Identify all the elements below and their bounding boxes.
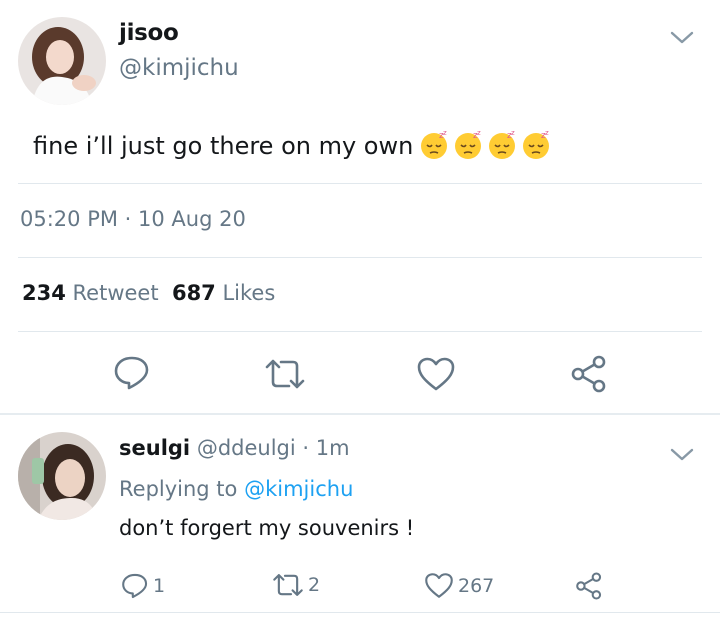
sleepy-face-icon: zz — [489, 130, 516, 159]
divider — [18, 257, 702, 258]
retweet-icon[interactable] — [264, 357, 306, 391]
tweet-stats: 234 Retweet 687 Likes — [22, 281, 275, 305]
avatar[interactable] — [18, 17, 106, 105]
author-handle[interactable]: @kimjichu — [119, 55, 239, 81]
reply-author-handle[interactable]: @ddeulgi — [197, 436, 296, 460]
reply-header: seulgi @ddeulgi · 1m — [119, 436, 350, 460]
avatar[interactable] — [18, 432, 106, 520]
chevron-down-icon[interactable] — [670, 30, 694, 50]
section-divider — [0, 413, 720, 415]
like-count[interactable]: 687 — [172, 281, 216, 305]
divider — [18, 331, 702, 332]
svg-text:z: z — [477, 130, 481, 137]
tweet-timestamp[interactable]: 05:20 PM · 10 Aug 20 — [20, 207, 246, 231]
like-action[interactable]: 267 — [424, 572, 494, 599]
sleepy-face-icon: zz — [523, 130, 550, 159]
chevron-down-icon[interactable] — [670, 447, 694, 467]
replying-label: Replying to — [119, 477, 238, 501]
svg-text:z: z — [443, 130, 447, 137]
tweet-text: fine i’ll just go there on my own zz zz … — [33, 130, 551, 160]
svg-text:z: z — [545, 130, 549, 137]
retweet-count[interactable]: 234 — [22, 281, 66, 305]
heart-icon[interactable] — [416, 356, 456, 392]
emoji-group: zz zz zz zz — [419, 130, 551, 160]
share-icon[interactable] — [570, 355, 608, 393]
svg-text:z: z — [511, 130, 515, 137]
section-divider — [0, 612, 720, 613]
reply-action[interactable]: 1 — [121, 572, 165, 600]
reply-icon[interactable] — [121, 572, 149, 600]
replying-to: Replying to @kimjichu — [119, 477, 353, 501]
reply-icon[interactable] — [113, 355, 151, 391]
sleepy-face-icon: zz — [421, 130, 448, 159]
reply-time[interactable]: · 1m — [302, 436, 349, 460]
retweet-count: 2 — [308, 574, 321, 596]
mention-link[interactable]: @kimjichu — [244, 477, 353, 501]
like-count: 267 — [458, 574, 495, 597]
tweet-body: fine i’ll just go there on my own — [33, 132, 414, 160]
share-action[interactable] — [575, 572, 603, 600]
reply-count: 1 — [153, 575, 166, 597]
retweet-label[interactable]: Retweet — [73, 281, 159, 305]
retweet-action[interactable]: 2 — [272, 572, 320, 598]
heart-icon[interactable] — [424, 572, 454, 599]
reply-text: don’t forgert my souvenirs ! — [119, 516, 415, 540]
reply-author-name[interactable]: seulgi — [119, 436, 190, 460]
sleepy-face-icon: zz — [455, 130, 482, 159]
like-label[interactable]: Likes — [222, 281, 275, 305]
share-icon[interactable] — [575, 572, 603, 600]
retweet-icon[interactable] — [272, 572, 304, 598]
divider — [18, 183, 702, 184]
author-name[interactable]: jisoo — [119, 20, 179, 46]
